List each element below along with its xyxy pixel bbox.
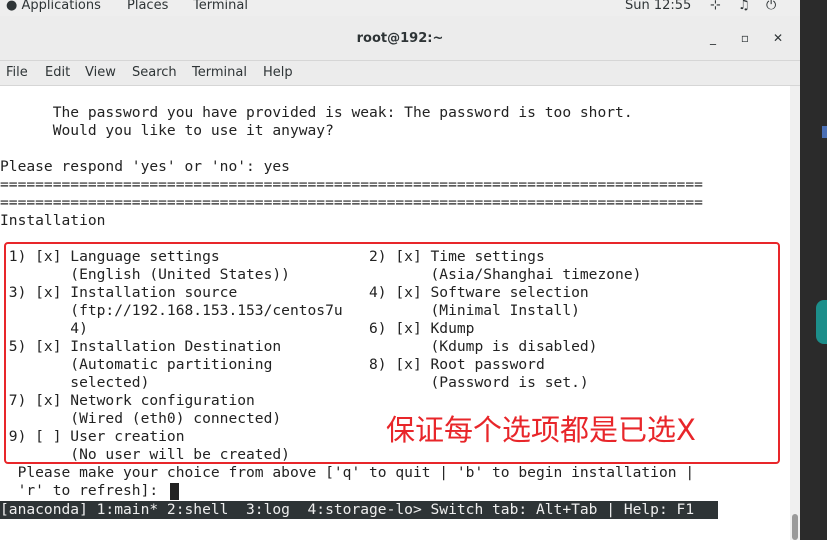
power-icon[interactable]: ⏻ [766,0,776,14]
network-icon[interactable]: ⊹ [710,0,721,14]
top-bar: ● Applications Places Terminal Sun 12:55… [0,0,800,16]
volume-icon[interactable]: ♫ [738,0,750,14]
terminal-line: Installation [0,212,106,229]
close-button[interactable]: ✕ [771,31,785,45]
desktop-widget [816,300,827,344]
menu-terminal[interactable]: Terminal [192,65,247,81]
window-title-bar[interactable]: root@192:~ _ ▫ ✕ [0,16,800,61]
menu-file[interactable]: File [6,65,28,81]
clock[interactable]: Sun 12:55 [625,0,691,14]
maximize-button[interactable]: ▫ [738,31,752,45]
terminal-line: The password you have provided is weak: … [0,104,633,121]
app-icon: ● [6,0,18,13]
terminal-prompt-line: 'r' to refresh]: [0,482,167,499]
desktop-background [800,0,827,540]
applications-menu[interactable]: ● Applications [6,0,101,14]
menu-bar: File Edit View Search Terminal Help [0,61,800,86]
minimize-button[interactable]: _ [706,31,720,45]
scrollbar-thumb[interactable] [792,514,798,540]
terminal-cursor [170,483,179,500]
terminal-app-menu[interactable]: Terminal [193,0,248,14]
terminal-line: Would you like to use it anyway? [0,122,334,139]
menu-search[interactable]: Search [132,65,177,81]
terminal-line: ========================================… [0,194,703,211]
menu-edit[interactable]: Edit [45,65,70,81]
menu-view[interactable]: View [85,65,116,81]
annotation-text: 保证每个选项都是已选X [386,413,696,447]
menu-help[interactable]: Help [263,65,293,81]
terminal-line: Please respond 'yes' or 'no': yes [0,158,290,175]
applications-label: Applications [21,0,101,13]
terminal-line: Please make your choice from above ['q' … [0,464,695,481]
places-menu[interactable]: Places [127,0,168,14]
terminal-scrollbar[interactable] [790,86,800,540]
window-title: root@192:~ [356,31,444,46]
status-text: [anaconda] 1:main* 2:shell 3:log 4:stora… [0,501,695,518]
terminal-line: ========================================… [0,176,703,193]
desktop-accent [822,126,827,138]
anaconda-status-bar: [anaconda] 1:main* 2:shell 3:log 4:stora… [0,501,718,519]
